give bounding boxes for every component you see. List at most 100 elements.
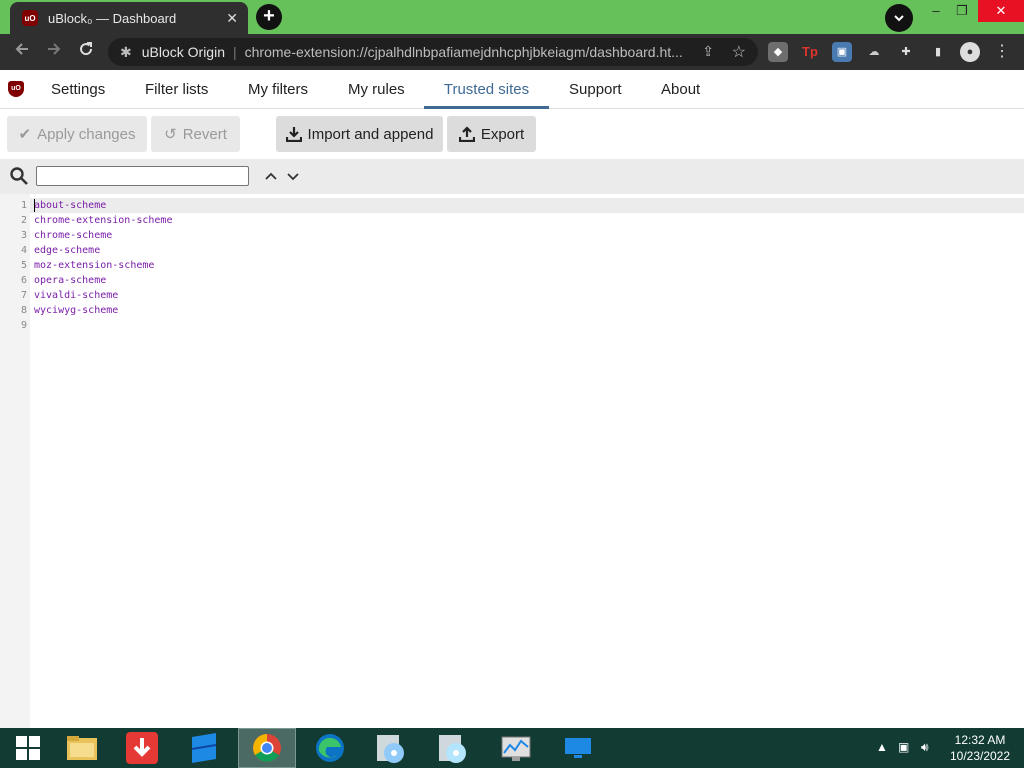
- menu-kebab-icon[interactable]: ⋮: [992, 42, 1012, 62]
- tab-filter-lists[interactable]: Filter lists: [145, 70, 208, 109]
- tab-my-filters[interactable]: My filters: [248, 70, 308, 109]
- file-explorer-button[interactable]: [54, 728, 110, 768]
- edge-taskbar-button[interactable]: [302, 728, 358, 768]
- extension-puzzle-icon: ✱: [120, 43, 132, 60]
- line-number: 1: [20, 200, 27, 211]
- windows-taskbar: ▲ ▣ 🔊︎ 12:32 AM 10/23/2022: [0, 728, 1024, 768]
- window-close-button[interactable]: ✕: [978, 0, 1024, 22]
- action-bar: ✔ Apply changes ↺ Revert Import and appe…: [0, 109, 1024, 159]
- profile-avatar-icon[interactable]: ●: [960, 42, 980, 62]
- blue-tile-icon: [191, 733, 217, 763]
- browser-tab[interactable]: uO uBlock₀ — Dashboard ✕: [10, 2, 248, 34]
- export-label: Export: [480, 125, 525, 143]
- apply-changes-button[interactable]: ✔ Apply changes: [7, 116, 147, 152]
- start-button[interactable]: [0, 728, 56, 768]
- clock-date: 10/23/2022: [949, 749, 1011, 763]
- disc-app-2-icon: [439, 735, 466, 763]
- line-number: 5: [20, 260, 27, 271]
- line-number: 2: [20, 215, 27, 226]
- omnibox-url: chrome-extension://cjpalhdlnbpafiamejdnh…: [244, 44, 683, 60]
- app-blue-tile-button[interactable]: [176, 728, 232, 768]
- download-icon: [285, 127, 302, 142]
- code-line[interactable]: chrome-extension-scheme: [34, 213, 172, 228]
- performance-monitor-icon: [501, 736, 531, 761]
- import-append-label: Import and append: [307, 125, 434, 143]
- ublock-logo-icon: uO: [8, 81, 24, 97]
- screenshot-extension-icon[interactable]: ▣: [832, 42, 852, 62]
- code-line[interactable]: moz-extension-scheme: [34, 258, 154, 273]
- code-line[interactable]: edge-scheme: [34, 243, 100, 258]
- undo-icon: ↺: [164, 126, 177, 143]
- reload-button[interactable]: [74, 40, 98, 64]
- bookmark-star-icon[interactable]: ☆: [732, 42, 746, 62]
- cloud-extension-icon[interactable]: ☁: [864, 42, 884, 62]
- omnibox-site-name: uBlock Origin: [141, 44, 225, 60]
- reload-icon: [80, 42, 93, 56]
- line-number: 3: [20, 230, 27, 241]
- code-line[interactable]: wyciwyg-scheme: [34, 303, 118, 318]
- new-tab-button[interactable]: +: [256, 4, 282, 30]
- line-number: 6: [20, 275, 27, 286]
- browser-tab-strip: uO uBlock₀ — Dashboard ✕ + – ❐ ✕: [0, 0, 1024, 34]
- monitor-icon: [565, 738, 591, 758]
- apply-changes-label: Apply changes: [37, 125, 136, 143]
- ubo-nav-bar: uO Settings Filter lists My filters My r…: [0, 70, 1024, 109]
- tab-settings[interactable]: Settings: [51, 70, 105, 109]
- line-number: 4: [20, 245, 27, 256]
- folder-icon: [67, 736, 97, 760]
- export-button[interactable]: Export: [447, 116, 536, 152]
- tab-title: uBlock₀ — Dashboard: [48, 10, 177, 26]
- search-icon[interactable]: [9, 166, 29, 186]
- chrome-icon: [253, 734, 281, 762]
- chevron-up-icon[interactable]: [263, 166, 279, 186]
- import-append-button[interactable]: Import and append: [276, 116, 443, 152]
- window-restore-button[interactable]: ❐: [942, 0, 982, 22]
- revert-label: Revert: [182, 125, 227, 143]
- editor-search-bar: [0, 159, 1024, 194]
- arrow-right-icon: [48, 43, 61, 55]
- windows-logo-icon: [16, 736, 40, 760]
- tab-support[interactable]: Support: [569, 70, 622, 109]
- address-bar[interactable]: ✱ uBlock Origin | chrome-extension://cjp…: [108, 38, 758, 66]
- text-cursor: [34, 199, 35, 212]
- chrome-taskbar-button[interactable]: [238, 728, 296, 768]
- code-line[interactable]: chrome-scheme: [34, 228, 112, 243]
- omnibox-separator: |: [233, 44, 237, 60]
- code-line[interactable]: opera-scheme: [34, 273, 106, 288]
- edge-icon: [316, 734, 344, 762]
- share-icon[interactable]: ⇪: [702, 43, 714, 60]
- system-clock[interactable]: 12:32 AM 10/23/2022: [940, 732, 1020, 764]
- tp-extension-icon[interactable]: Tp: [800, 42, 820, 62]
- code-line[interactable]: vivaldi-scheme: [34, 288, 118, 303]
- trusted-sites-editor[interactable]: 1 2 3 4 5 6 7 8 9 about-scheme chrome-ex…: [0, 194, 1024, 728]
- back-button[interactable]: [10, 40, 34, 64]
- revert-button[interactable]: ↺ Revert: [151, 116, 240, 152]
- extensions-puzzle-icon[interactable]: ✚: [896, 42, 916, 62]
- tab-trusted-sites[interactable]: Trusted sites: [424, 70, 549, 109]
- tray-chevron-up-icon[interactable]: ▲: [876, 740, 888, 754]
- tab-search-button[interactable]: [885, 4, 913, 32]
- arrow-left-icon: [15, 43, 28, 55]
- download-app-button[interactable]: [114, 728, 170, 768]
- tab-close-icon[interactable]: ✕: [226, 10, 238, 27]
- line-number: 7: [20, 290, 27, 301]
- tab-about[interactable]: About: [661, 70, 700, 109]
- tab-my-rules[interactable]: My rules: [348, 70, 405, 109]
- media-app-button[interactable]: [362, 728, 418, 768]
- clock-time: 12:32 AM: [954, 733, 1006, 747]
- ublock-extension-icon[interactable]: ◆: [768, 42, 788, 62]
- browser-toolbar: ✱ uBlock Origin | chrome-extension://cjp…: [0, 34, 1024, 70]
- side-panel-icon[interactable]: ▮: [928, 42, 948, 62]
- search-input[interactable]: [36, 166, 249, 186]
- network-icon[interactable]: ▣: [898, 740, 909, 754]
- chevron-down-icon[interactable]: [285, 166, 301, 186]
- volume-icon[interactable]: 🔊︎: [921, 740, 929, 755]
- download-arrow-icon: [126, 732, 158, 764]
- desktop-app-button[interactable]: [550, 728, 606, 768]
- line-number: 9: [20, 320, 27, 331]
- monitor-app-button[interactable]: [488, 728, 544, 768]
- media-app-2-button[interactable]: [424, 728, 480, 768]
- code-line[interactable]: about-scheme: [34, 198, 106, 213]
- forward-button[interactable]: [42, 40, 66, 64]
- upload-icon: [458, 126, 475, 142]
